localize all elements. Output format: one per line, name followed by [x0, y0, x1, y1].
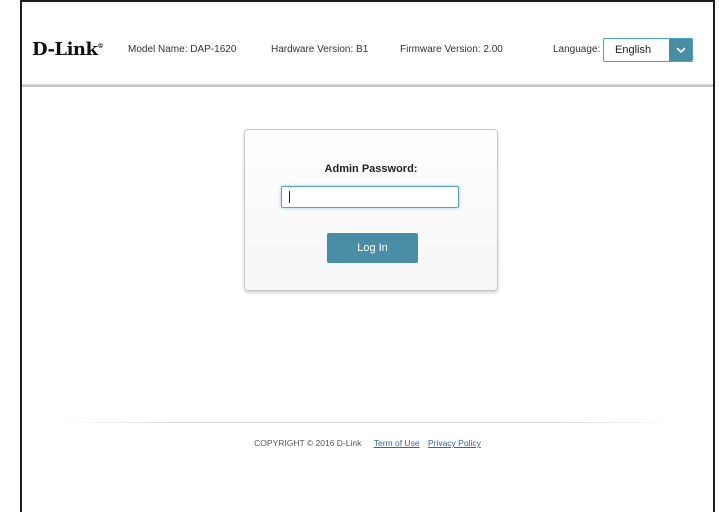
language-select[interactable]: English [603, 38, 693, 62]
chevron-down-icon [675, 46, 686, 53]
text-caret [289, 191, 290, 203]
header: D-Link® Model Name: DAP-1620 Hardware Ve… [22, 2, 713, 87]
admin-password-label: Admin Password: [324, 163, 418, 175]
footer-divider [52, 422, 682, 423]
privacy-policy-link[interactable]: Privacy Policy [428, 438, 481, 448]
hardware-version: Hardware Version: B1 [271, 44, 369, 55]
model-name: Model Name: DAP-1620 [128, 44, 237, 55]
logo-text: D-Link [32, 39, 98, 60]
admin-password-input[interactable] [281, 186, 459, 208]
browser-frame: D-Link® Model Name: DAP-1620 Hardware Ve… [20, 0, 715, 512]
footer: COPYRIGHT © 2016 D-Link Term of Use Priv… [22, 438, 713, 448]
dlink-logo: D-Link® [32, 39, 103, 60]
login-button[interactable]: Log In [327, 233, 418, 263]
language-label: Language: [553, 44, 601, 55]
firmware-version: Firmware Version: 2.00 [400, 44, 503, 55]
header-divider [22, 84, 713, 87]
terms-of-use-link[interactable]: Term of Use [374, 438, 420, 448]
copyright-text: COPYRIGHT © 2016 D-Link [254, 438, 362, 448]
language-dropdown-button[interactable] [669, 39, 692, 61]
language-value: English [615, 44, 652, 56]
login-panel: Admin Password: Log In [244, 129, 498, 291]
logo-registered-mark: ® [97, 43, 103, 50]
